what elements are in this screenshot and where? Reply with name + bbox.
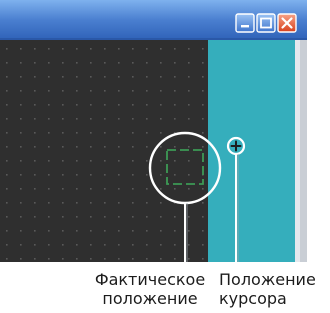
cursor-marker <box>226 136 246 156</box>
maximize-button[interactable] <box>256 13 276 33</box>
minimize-icon <box>241 25 249 28</box>
minimize-button[interactable] <box>235 13 255 33</box>
cursor-position-caption-line2: курсора <box>219 289 287 308</box>
side-panel-border <box>295 40 300 262</box>
actual-position-caption: Фактическое положение <box>86 270 214 308</box>
actual-position-caption-line2: положение <box>102 289 198 308</box>
app-window <box>0 0 307 262</box>
canvas-grid <box>0 40 208 262</box>
diagram-scene <box>0 0 307 268</box>
cursor-position-caption: Положение курсора <box>219 270 316 308</box>
close-button[interactable] <box>277 13 297 33</box>
actual-position-caption-line1: Фактическое <box>94 270 206 289</box>
side-panel <box>208 40 295 262</box>
cursor-position-caption-line1: Положение <box>219 270 316 289</box>
